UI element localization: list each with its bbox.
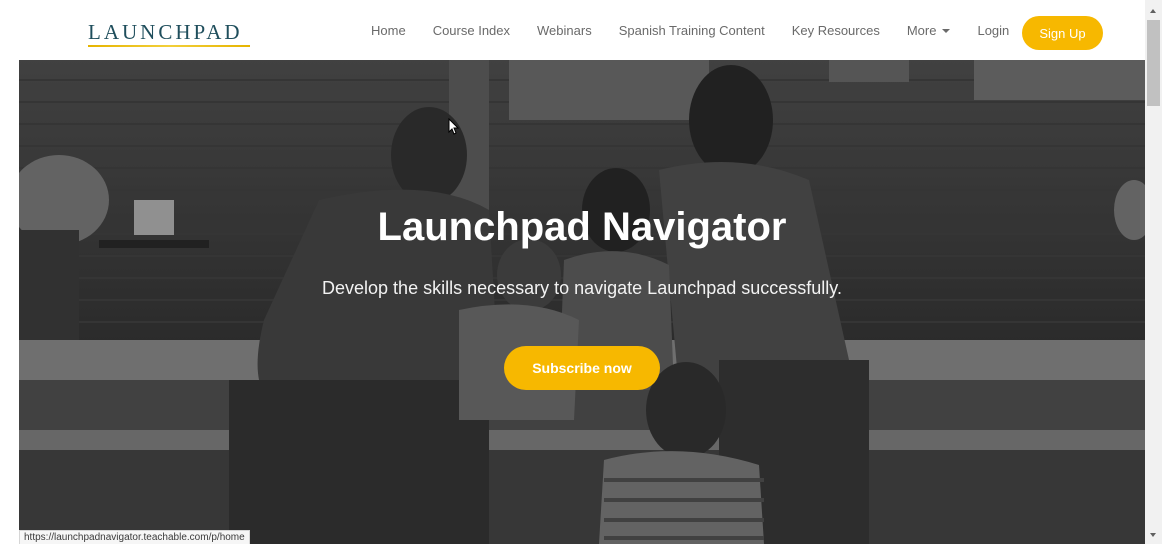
page: LAUNCHPAD Home Course Index Webinars Spa… — [0, 0, 1162, 544]
nav-course-index[interactable]: Course Index — [433, 23, 510, 38]
nav-webinars[interactable]: Webinars — [537, 23, 592, 38]
navbar: LAUNCHPAD Home Course Index Webinars Spa… — [0, 0, 1145, 60]
hero-title: Launchpad Navigator — [377, 205, 787, 249]
status-bar-url: https://launchpadnavigator.teachable.com… — [19, 530, 250, 544]
vertical-scrollbar[interactable] — [1145, 0, 1162, 544]
nav-spanish-training-content[interactable]: Spanish Training Content — [619, 23, 765, 38]
logo[interactable]: LAUNCHPAD — [88, 22, 243, 43]
nav-more-dropdown[interactable]: More — [907, 23, 951, 38]
hero-section: Launchpad Navigator Develop the skills n… — [19, 60, 1145, 544]
mouse-pointer-icon — [448, 118, 460, 135]
nav-links: Home Course Index Webinars Spanish Train… — [371, 0, 1036, 60]
hero-subtitle: Develop the skills necessary to navigate… — [322, 278, 842, 298]
scroll-down-arrow-icon[interactable] — [1150, 533, 1156, 537]
sign-up-button[interactable]: Sign Up — [1022, 16, 1103, 50]
subscribe-now-button[interactable]: Subscribe now — [504, 346, 660, 390]
scroll-up-arrow-icon[interactable] — [1150, 9, 1156, 13]
nav-login[interactable]: Login — [977, 23, 1009, 38]
nav-more-label: More — [906, 22, 937, 38]
nav-key-resources[interactable]: Key Resources — [792, 23, 880, 38]
nav-home[interactable]: Home — [371, 23, 406, 38]
logo-underline — [88, 45, 250, 47]
scrollbar-thumb[interactable] — [1147, 20, 1160, 106]
hero-background-image — [19, 60, 1145, 544]
caret-down-icon — [942, 29, 951, 34]
